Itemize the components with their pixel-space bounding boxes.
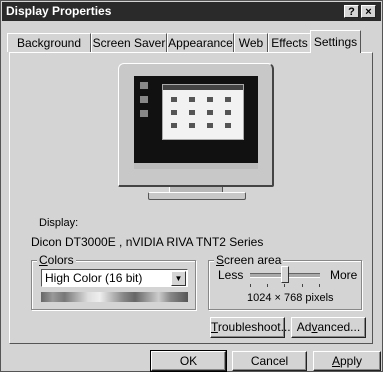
advanced-button[interactable]: Advanced...	[291, 317, 366, 338]
slider-tick	[267, 284, 268, 287]
ok-button[interactable]: OK	[150, 350, 227, 372]
resolution-value: 1024 × 768 pixels	[247, 292, 334, 304]
display-label: Display:	[39, 217, 79, 229]
close-button[interactable]: ×	[361, 5, 376, 18]
title-bar[interactable]: Display Properties ? ×	[2, 2, 381, 21]
slider-tick	[250, 284, 251, 287]
display-properties-dialog: Display Properties ? × Background Screen…	[0, 0, 383, 372]
cancel-button[interactable]: Cancel	[232, 351, 307, 371]
screen-area-legend: Screen area	[214, 253, 284, 267]
tab-settings[interactable]: Settings	[310, 30, 361, 53]
slider-tick	[284, 284, 285, 287]
monitor-preview	[118, 63, 274, 187]
help-button[interactable]: ?	[344, 5, 359, 18]
window-title: Display Properties	[6, 4, 112, 18]
slider-tick	[319, 284, 320, 287]
display-device-name: Dicon DT3000E , nVIDIA RIVA TNT2 Series	[31, 235, 264, 249]
troubleshoot-button[interactable]: Troubleshoot...	[210, 317, 291, 338]
colors-selected-value: High Color (16 bit)	[45, 271, 143, 285]
monitor-base	[148, 192, 246, 200]
desktop-icon	[140, 96, 148, 103]
preview-taskbar	[134, 163, 258, 169]
screen-area-group: Screen area Less More 1024 × 768 pixels	[208, 253, 362, 310]
tab-appearance[interactable]: Appearance	[167, 33, 234, 52]
resolution-slider-thumb[interactable]	[281, 266, 289, 283]
slider-tick	[302, 284, 303, 287]
monitor-screen	[134, 76, 258, 169]
apply-button[interactable]: Apply	[313, 351, 381, 371]
colors-select[interactable]: High Color (16 bit) ▼	[41, 269, 188, 287]
preview-window	[162, 84, 244, 140]
tab-background[interactable]: Background	[7, 33, 91, 52]
desktop-icon	[140, 110, 148, 117]
tab-screen-saver[interactable]: Screen Saver	[91, 33, 167, 52]
color-palette-preview	[41, 292, 188, 302]
tab-effects[interactable]: Effects	[268, 33, 311, 52]
less-label: Less	[218, 268, 244, 282]
chevron-down-icon[interactable]: ▼	[171, 271, 186, 286]
colors-legend: Colors	[37, 253, 76, 267]
tab-web[interactable]: Web	[234, 33, 268, 52]
desktop-icon	[140, 82, 148, 89]
more-label: More	[330, 268, 358, 282]
colors-group: Colors High Color (16 bit) ▼	[31, 253, 196, 310]
